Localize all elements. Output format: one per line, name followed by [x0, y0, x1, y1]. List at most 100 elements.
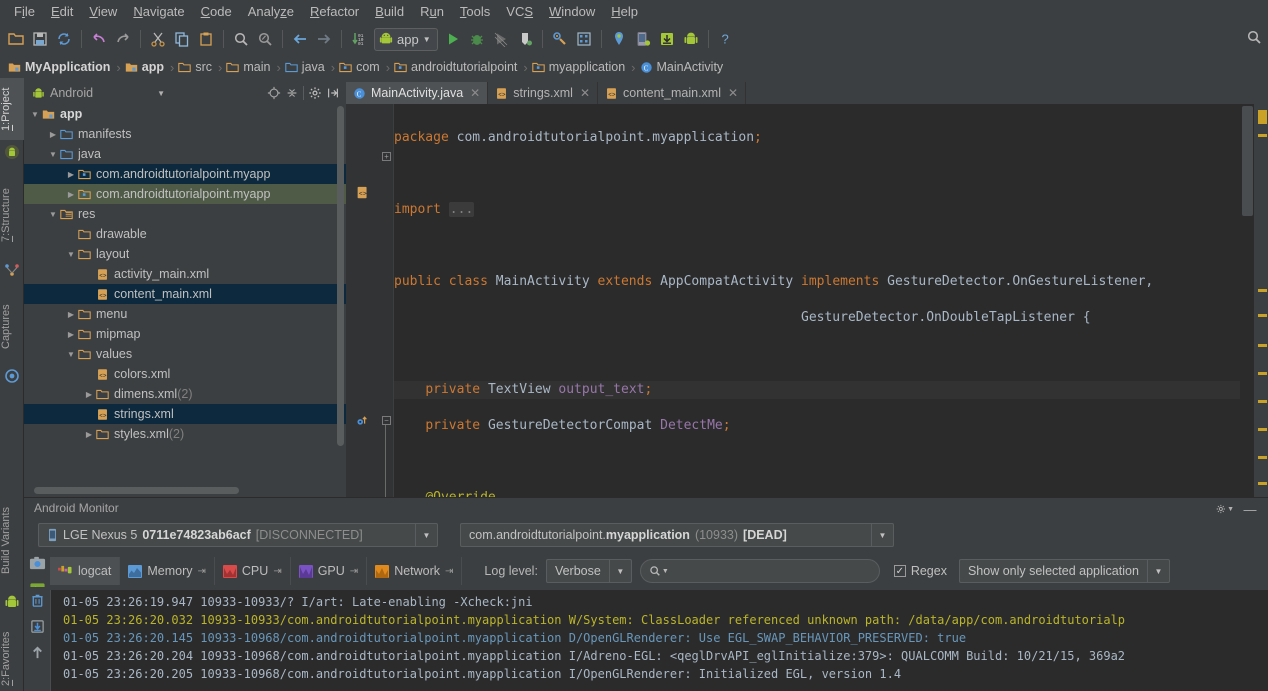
screenshot-icon[interactable] — [24, 550, 50, 576]
chevron-down-icon[interactable]: ▼ — [64, 250, 78, 259]
menu-item-file[interactable]: File — [6, 2, 43, 21]
close-icon[interactable]: ✕ — [470, 86, 480, 100]
marker[interactable] — [1258, 482, 1267, 485]
attach-debugger-icon[interactable] — [513, 27, 537, 51]
chevron-right-icon[interactable]: ▶ — [64, 330, 78, 339]
menu-item-build[interactable]: Build — [367, 2, 412, 21]
paste-icon[interactable] — [194, 27, 218, 51]
cut-icon[interactable] — [146, 27, 170, 51]
trash-icon[interactable] — [24, 587, 50, 613]
project-structure-icon[interactable] — [572, 27, 596, 51]
android-icon[interactable] — [679, 27, 703, 51]
menu-item-refactor[interactable]: Refactor — [302, 2, 367, 21]
chevron-down-icon[interactable]: ▼ — [28, 110, 42, 119]
menu-item-run[interactable]: Run — [412, 2, 452, 21]
menu-item-help[interactable]: Help — [603, 2, 646, 21]
chevron-down-icon[interactable]: ▼ — [871, 524, 893, 546]
breadcrumb-item-mainactivity[interactable]: C MainActivity — [640, 60, 726, 74]
menu-item-tools[interactable]: Tools — [452, 2, 498, 21]
device-monitor-icon[interactable] — [631, 27, 655, 51]
sync-gradle-icon[interactable] — [548, 27, 572, 51]
editor-tab-mainactivity-java[interactable]: C MainActivity.java ✕ — [346, 82, 489, 104]
search-everywhere-icon[interactable] — [1246, 29, 1262, 45]
tree-item-menu[interactable]: ▶ menu — [24, 304, 346, 324]
scrollbar-thumb[interactable] — [1242, 106, 1253, 216]
breadcrumb-item-main[interactable]: main — [226, 60, 272, 74]
tree-item-drawable[interactable]: drawable — [24, 224, 346, 244]
compile-icon[interactable]: 01 10 01 — [347, 27, 371, 51]
sidebar-item-favorites[interactable]: 2:Favorites — [0, 619, 24, 691]
sidebar-item-build-variants[interactable]: Build Variants — [0, 491, 24, 589]
chevron-right-icon[interactable]: ▶ — [64, 190, 78, 199]
run-configuration-selector[interactable]: app ▼ — [374, 27, 438, 51]
save-all-icon[interactable] — [28, 27, 52, 51]
chevron-right-icon[interactable]: ▶ — [82, 430, 96, 439]
breadcrumb-item-myapplication[interactable]: myapplication — [532, 60, 627, 74]
chevron-right-icon[interactable]: ▶ — [64, 170, 78, 179]
search-icon[interactable]: ▼ — [649, 565, 669, 577]
chevron-right-icon[interactable]: ▶ — [46, 130, 60, 139]
log-level-selector[interactable]: Verbose ▼ — [545, 559, 632, 583]
chevron-down-icon[interactable]: ▼ — [64, 350, 78, 359]
xml-gutter-icon[interactable]: <> — [356, 186, 369, 199]
editor-marker-bar[interactable] — [1254, 104, 1268, 497]
project-tree[interactable]: ▼ app ▶ manifests ▼ java ▶ com.androidtutorialp… — [24, 104, 346, 497]
tree-item-com-androidtutorialpoint-myapp[interactable]: ▶ com.androidtutorialpoint.myapp — [24, 184, 346, 204]
tree-item-layout[interactable]: ▼ layout — [24, 244, 346, 264]
tree-item-activity-main-xml[interactable]: <> activity_main.xml — [24, 264, 346, 284]
chevron-down-icon[interactable]: ▼ — [415, 524, 437, 546]
chevron-down-icon[interactable]: ▼ — [1146, 560, 1169, 582]
tree-horizontal-scrollbar[interactable] — [34, 487, 239, 494]
editor-fold-strip[interactable]: + − − − — [380, 104, 394, 497]
chevron-right-icon[interactable]: ▶ — [64, 310, 78, 319]
pin-icon[interactable]: ⇥ — [445, 566, 453, 577]
marker[interactable] — [1258, 428, 1267, 431]
collapse-all-icon[interactable] — [283, 84, 301, 102]
breadcrumb-item-java[interactable]: java — [285, 60, 327, 74]
find-replace-icon[interactable] — [253, 27, 277, 51]
breadcrumb-item-myapplication[interactable]: MyApplication — [8, 60, 112, 74]
help-icon[interactable]: ? — [714, 27, 738, 51]
marker[interactable] — [1258, 400, 1267, 403]
find-icon[interactable] — [229, 27, 253, 51]
tree-item-strings-xml[interactable]: <> strings.xml — [24, 404, 346, 424]
scroll-up-icon[interactable] — [24, 639, 50, 665]
breadcrumb-item-com[interactable]: com — [339, 60, 382, 74]
close-icon[interactable]: ✕ — [728, 86, 738, 100]
tab-gpu[interactable]: GPU ⇥ — [291, 557, 368, 585]
tree-item-mipmap[interactable]: ▶ mipmap — [24, 324, 346, 344]
marker[interactable] — [1258, 314, 1267, 317]
filter-selector[interactable]: Show only selected application ▼ — [958, 559, 1170, 583]
chevron-down-icon[interactable]: ▼ — [608, 560, 631, 582]
settings-icon[interactable] — [306, 84, 324, 102]
sync-icon[interactable] — [52, 27, 76, 51]
tree-vertical-scrollbar[interactable] — [337, 106, 344, 446]
close-icon[interactable]: ✕ — [580, 86, 590, 100]
open-folder-icon[interactable] — [4, 27, 28, 51]
sdk-manager-icon[interactable] — [655, 27, 679, 51]
minimize-icon[interactable]: — — [1242, 501, 1258, 517]
fold-collapse-icon[interactable]: − — [382, 416, 391, 425]
regex-checkbox-wrapper[interactable]: ✓ Regex — [893, 564, 947, 578]
chevron-down-icon[interactable]: ▼ — [157, 89, 165, 98]
editor-gutter[interactable]: <> — [346, 104, 380, 497]
tab-logcat[interactable]: logcat — [50, 557, 121, 585]
back-icon[interactable] — [288, 27, 312, 51]
marker[interactable] — [1258, 344, 1267, 347]
editor-tab-strings-xml[interactable]: <> strings.xml ✕ — [488, 82, 599, 104]
regex-checkbox[interactable]: ✓ — [893, 565, 906, 577]
menu-item-edit[interactable]: Edit — [43, 2, 81, 21]
marker[interactable] — [1258, 134, 1267, 137]
marker[interactable] — [1258, 110, 1267, 124]
tree-item-com-androidtutorialpoint-myapp[interactable]: ▶ com.androidtutorialpoint.myapp — [24, 164, 346, 184]
chevron-down-icon[interactable]: ▼ — [423, 35, 431, 44]
gear-icon[interactable]: ▼ — [1216, 501, 1234, 517]
tree-item-app[interactable]: ▼ app — [24, 104, 346, 124]
breadcrumb-item-src[interactable]: src — [178, 60, 214, 74]
breadcrumb-item-app[interactable]: app — [125, 60, 166, 74]
sidebar-item-structure[interactable]: 7:Structure — [0, 172, 24, 258]
tree-item-colors-xml[interactable]: <> colors.xml — [24, 364, 346, 384]
menu-item-analyze[interactable]: Analyze — [240, 2, 302, 21]
marker[interactable] — [1258, 289, 1267, 292]
menu-item-code[interactable]: Code — [193, 2, 240, 21]
